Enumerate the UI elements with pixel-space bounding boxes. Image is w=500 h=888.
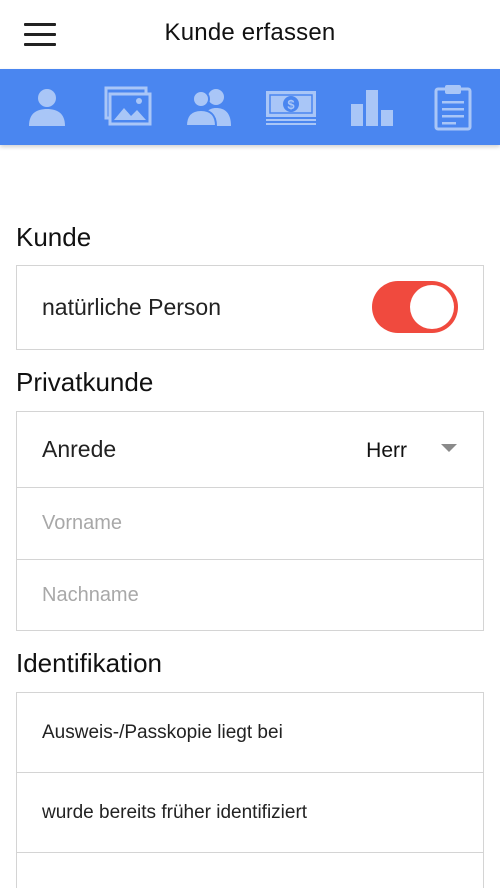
- anrede-label: Anrede: [42, 436, 117, 462]
- natural-person-toggle[interactable]: [372, 281, 458, 333]
- person-icon: [29, 89, 65, 126]
- dropdown-arrow-icon: [441, 444, 457, 452]
- identification-option[interactable]: Ausweis-/Passkopie liegt bei: [17, 693, 483, 773]
- anrede-select[interactable]: Anrede Herr: [17, 412, 483, 488]
- group-icon: [185, 89, 232, 127]
- kunde-card: natürliche Person: [16, 265, 484, 350]
- svg-text:$: $: [287, 97, 295, 112]
- anrede-value: Herr: [366, 439, 407, 462]
- nachname-placeholder: Nachname: [42, 583, 139, 606]
- money-icon: $: [265, 91, 316, 125]
- identification-option[interactable]: wurde bereits früher identifiziert: [17, 773, 483, 853]
- nachname-field[interactable]: Nachname: [17, 560, 483, 630]
- vorname-field[interactable]: Vorname: [17, 488, 483, 560]
- identification-option-label: wurde bereits früher identifiziert: [42, 801, 308, 823]
- app-screen: Kunde erfassen $ Kunde natürliche Person…: [0, 0, 500, 888]
- natural-person-label: natürliche Person: [42, 294, 221, 320]
- identification-option-label: Ausweis-/Passkopie liegt bei: [42, 721, 283, 743]
- natural-person-row: natürliche Person: [17, 266, 483, 349]
- tab-money[interactable]: $: [264, 77, 318, 137]
- tab-person[interactable]: [20, 77, 74, 137]
- pictures-icon: [104, 86, 152, 126]
- tab-chart[interactable]: [345, 77, 399, 137]
- tab-pictures[interactable]: [101, 77, 155, 137]
- app-bar: Kunde erfassen: [0, 0, 500, 69]
- tab-clipboard[interactable]: [426, 77, 480, 137]
- clipboard-icon: [434, 85, 472, 131]
- identifikation-card: Ausweis-/Passkopie liegt bei wurde berei…: [16, 692, 484, 888]
- toggle-knob: [410, 285, 454, 329]
- section-title-kunde: Kunde: [16, 222, 92, 252]
- bar-chart-icon: [350, 90, 393, 126]
- page-title: Kunde erfassen: [164, 19, 336, 46]
- tab-group[interactable]: [182, 77, 236, 137]
- privatkunde-card: Anrede Herr Vorname Nachname: [16, 411, 484, 631]
- identification-option[interactable]: [17, 853, 483, 888]
- tab-bar: $: [0, 69, 500, 145]
- section-title-identifikation: Identifikation: [16, 648, 162, 678]
- section-title-privatkunde: Privatkunde: [16, 367, 154, 397]
- vorname-placeholder: Vorname: [42, 512, 123, 534]
